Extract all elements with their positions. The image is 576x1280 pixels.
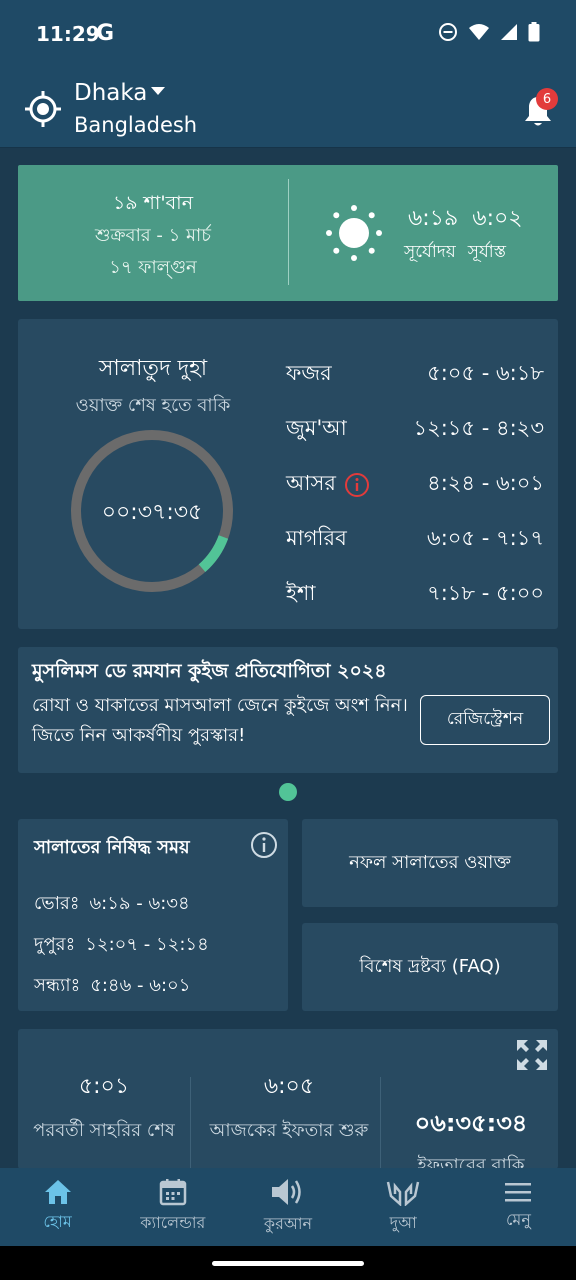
forbidden-row-evening: সন্ধ্যাঃ ৫:৪৬ - ৬:০১: [34, 971, 190, 1002]
chevron-down-icon[interactable]: [150, 84, 166, 98]
info-icon[interactable]: [250, 831, 278, 859]
status-time: 11:29: [36, 22, 100, 46]
prayer-name: ইশা: [286, 581, 316, 605]
prayer-row-jumuah: জুম'আ ১২:১৫ - ৪:২৩: [286, 402, 544, 457]
prayer-list: ফজর ৫:০৫ - ৬:১৮ জুম'আ ১২:১৫ - ৪:২৩ আসর ৪…: [286, 347, 544, 622]
prayer-row-maghrib: মাগরিব ৬:০৫ - ৭:১৭: [286, 512, 544, 567]
prayer-row-fajr: ফজর ৫:০৫ - ৬:১৮: [286, 347, 544, 402]
date-info: ১৯ শা'বান শুক্রবার - ১ মার্চ ১৭ ফাল্গুন: [18, 165, 288, 301]
divider: [288, 179, 289, 285]
prayer-row-asr: আসর ৪:২৪ - ৬:০১: [286, 457, 544, 512]
prayer-name: মাগরিব: [286, 526, 347, 550]
faq-button[interactable]: বিশেষ দ্রষ্টব্য (FAQ): [302, 923, 558, 1011]
forbidden-row-noon: দুপুরঃ ১২:০৭ - ১২:১৪: [34, 930, 209, 961]
prayer-times-card[interactable]: সালাতুদ দুহা ওয়াক্ত শেষ হতে বাকি ০০:৩৭:…: [18, 319, 558, 629]
divider: [190, 1077, 191, 1169]
speaker-icon: [272, 1178, 301, 1205]
forbidden-title: সালাতের নিষিদ্ধ সময়: [34, 837, 190, 858]
nav-label: দুআ: [389, 1212, 417, 1232]
prayer-time: ৬:০৫ - ৭:১৭: [427, 526, 544, 550]
prayer-time: ৫:০৫ - ৬:১৮: [427, 361, 544, 385]
home-gesture-handle[interactable]: [212, 1261, 364, 1266]
remaining-label: ওয়াক্ত শেষ হতে বাকি: [75, 395, 231, 416]
sun-labels: সূর্যোদয় সূর্যাস্ত: [404, 239, 506, 267]
sehri-time: ৫:০১: [78, 1074, 130, 1099]
forbidden-row-dawn: ভোরঃ ৬:১৯ - ৬:৩৪: [34, 889, 190, 920]
quiz-title: মুসলিমস ডে রমযান কুইজ প্রতিযোগিতা ২০২৪: [32, 660, 387, 682]
current-waqt-name: সালাতুদ দুহা: [98, 356, 208, 381]
status-icons: [438, 22, 540, 42]
nav-label: মেনু: [505, 1209, 531, 1229]
sunset-time: ৬:০২: [472, 206, 523, 231]
prayer-name: আসর: [286, 471, 336, 495]
bangla-date: ১৭ ফাল্গুন: [109, 257, 197, 278]
prayer-name: ফজর: [286, 361, 332, 385]
date-card[interactable]: ১৯ শা'বান শুক্রবার - ১ মার্চ ১৭ ফাল্গুন …: [18, 165, 558, 301]
status-bar: 11:29 G: [0, 0, 576, 70]
prayer-row-isha: ইশা ৭:১৮ - ৫:০০: [286, 567, 544, 622]
carousel-indicator-dot: [279, 783, 297, 801]
dua-hands-icon: [386, 1181, 420, 1206]
sun-times: ৬:১৯ ৬:০২: [408, 201, 523, 238]
iftar-countdown: ০৬:৩৫:৩৪: [414, 1109, 528, 1137]
signal-icon: [501, 24, 517, 40]
forbidden-times-card: সালাতের নিষিদ্ধ সময় ভোরঃ ৬:১৯ - ৬:৩৪ দু…: [18, 819, 288, 1011]
home-icon: [44, 1179, 71, 1204]
quiz-description: রোযা ও যাকাতের মাসআলা জেনে কুইজে অংশ নিন…: [32, 695, 408, 746]
dnd-icon: [439, 23, 457, 41]
info-icon[interactable]: [344, 472, 370, 498]
forbidden-time: ৫:৪৬ - ৬:০১: [90, 975, 191, 996]
expand-icon[interactable]: [516, 1039, 548, 1071]
sehri-label: পরবর্তী সাহরির শেষ: [33, 1120, 175, 1141]
registration-button[interactable]: রেজিস্ট্রেশন: [420, 695, 550, 745]
hijri-date: ১৯ শা'বান: [112, 192, 194, 214]
nav-label: হোম: [43, 1211, 72, 1231]
notification-badge: 6: [536, 88, 558, 110]
sehri-iftar-card[interactable]: ৫:০১ পরবর্তী সাহরির শেষ ৬:০৫ আজকের ইফতার…: [18, 1029, 558, 1169]
prayer-time: ১২:১৫ - ৪:২৩: [413, 416, 544, 440]
google-icon: G: [96, 21, 115, 46]
country-label: Bangladesh: [74, 113, 198, 137]
iftar-label: আজকের ইফতার শুরু: [209, 1120, 369, 1141]
iftar-block: ৬:০৫ আজকের ইফতার শুরু: [204, 1069, 374, 1146]
bottom-navigation: হোম ক্যালেন্ডার কুরআন দুআ মেনু: [0, 1168, 576, 1246]
prayer-time: ৭:১৮ - ৫:০০: [427, 581, 544, 605]
prayer-time: ৪:২৪ - ৬:০১: [427, 471, 544, 495]
forbidden-label: দুপুরঃ: [34, 934, 76, 955]
sunrise-label: সূর্যোদয়: [404, 242, 456, 262]
location-target-icon[interactable]: [24, 90, 62, 128]
calendar-icon: [159, 1178, 187, 1205]
iftar-countdown-block: ০৬:৩৫:৩৪ ইফতারের বাকি: [384, 1105, 558, 1169]
prayer-name: জুম'আ: [286, 416, 347, 440]
iftar-time: ৬:০৫: [263, 1074, 315, 1099]
wifi-icon: [469, 24, 489, 40]
forbidden-label: ভোরঃ: [34, 893, 80, 914]
battery-icon: [528, 22, 540, 42]
sunset-label: সূর্যাস্ত: [467, 242, 506, 262]
quiz-banner[interactable]: মুসলিমস ডে রমযান কুইজ প্রতিযোগিতা ২০২৪ র…: [18, 647, 558, 773]
countdown-timer: ০০:৩৭:৩৫: [101, 500, 203, 525]
nav-calendar[interactable]: ক্যালেন্ডার: [115, 1168, 230, 1246]
sunrise-time: ৬:১৯: [408, 206, 459, 231]
app-header: Dhaka Bangladesh 6: [0, 70, 576, 148]
forbidden-label: সন্ধ্যাঃ: [34, 975, 81, 996]
menu-icon: [505, 1182, 532, 1201]
city-selector[interactable]: Dhaka: [74, 80, 147, 106]
forbidden-time: ১২:০৭ - ১২:১৪: [85, 934, 209, 955]
nafl-salat-button[interactable]: নফল সালাতের ওয়াক্ত: [302, 819, 558, 907]
iftar-countdown-label: ইফতারের বাকি: [417, 1155, 525, 1169]
nav-menu[interactable]: মেনু: [461, 1168, 576, 1246]
nav-quran[interactable]: কুরআন: [230, 1168, 345, 1246]
sun-icon: [326, 205, 382, 261]
sehri-block: ৫:০১ পরবর্তী সাহরির শেষ: [18, 1069, 190, 1146]
nav-label: ক্যালেন্ডার: [140, 1212, 206, 1232]
forbidden-time: ৬:১৯ - ৬:৩৪: [89, 893, 190, 914]
nav-dua[interactable]: দুআ: [346, 1168, 461, 1246]
gregorian-date: শুক্রবার - ১ মার্চ: [95, 225, 211, 246]
divider: [380, 1077, 381, 1169]
prayer-name-wrap: আসর: [286, 467, 370, 502]
nav-home[interactable]: হোম: [0, 1168, 115, 1246]
nav-label: কুরআন: [263, 1213, 313, 1233]
